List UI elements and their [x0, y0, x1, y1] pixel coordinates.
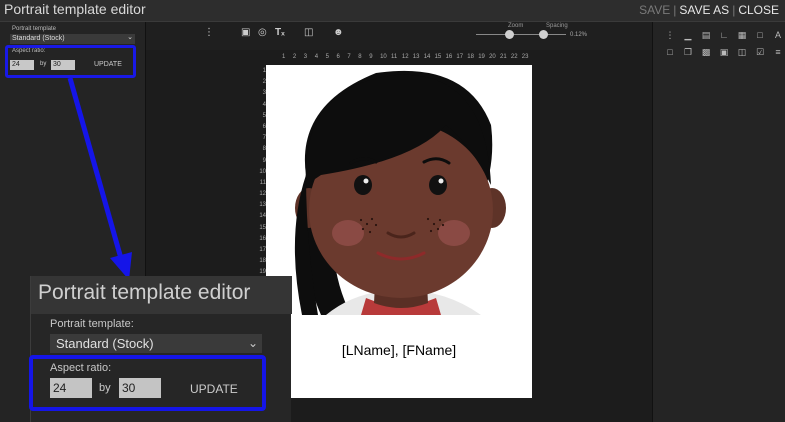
- chevron-down-icon: ⌄: [127, 34, 133, 41]
- ruler-left-tick: 2: [262, 79, 266, 86]
- toolbar: ⋮ ▣ ◎ Tₓ ◫ ☻ Zoom Spacing 0.12%: [146, 22, 652, 50]
- callout-template-label: Portrait template:: [50, 318, 134, 330]
- spacing-value: 0.12%: [570, 32, 588, 38]
- ruler-top-tick: 21: [500, 54, 507, 60]
- ruler-top-tick: 8: [358, 54, 362, 60]
- header-actions: SAVE | SAVE AS | CLOSE: [636, 3, 782, 17]
- copy-icon[interactable]: ❐: [683, 47, 693, 57]
- ruler-left-tick: 6: [262, 123, 266, 130]
- ruler-top-tick: 1: [282, 54, 286, 60]
- ruler-left-tick: 18: [259, 258, 266, 265]
- close-button[interactable]: CLOSE: [735, 3, 782, 17]
- folder-icon[interactable]: ▩: [701, 47, 711, 57]
- circle-icon[interactable]: ◎: [258, 27, 267, 38]
- ruler-left-tick: 5: [262, 112, 266, 119]
- chevron-down-icon: ⌄: [247, 336, 258, 350]
- spacing-label: Spacing: [546, 23, 568, 29]
- ruler-top-tick: 17: [456, 54, 464, 60]
- ruler-left-tick: 15: [259, 224, 266, 231]
- zoom-label: Zoom: [508, 23, 524, 29]
- title-bar: Portrait template editor SAVE | SAVE AS …: [0, 0, 785, 22]
- ruler-top-tick: 15: [434, 54, 442, 60]
- field-icon[interactable]: □: [755, 30, 765, 40]
- font-icon[interactable]: A: [773, 30, 783, 40]
- ruler-top-tick: 23: [521, 54, 529, 60]
- page-icon[interactable]: □: [665, 47, 675, 57]
- ruler-top-tick: 20: [489, 54, 496, 60]
- image-icon[interactable]: ▣: [241, 27, 250, 38]
- template-select-value: Standard (Stock): [12, 35, 65, 42]
- ruler-top-tick: 5: [325, 54, 329, 60]
- spacing-slider-knob[interactable]: [539, 30, 548, 39]
- more-vertical-icon[interactable]: ⋮: [204, 27, 214, 38]
- highlight-box-large: [29, 355, 266, 411]
- callout-template-select[interactable]: Standard (Stock) ⌄: [50, 334, 262, 353]
- ruler-top-tick: 12: [401, 54, 409, 60]
- ruler-left-tick: 11: [259, 179, 266, 186]
- ruler-top-tick: 6: [336, 54, 340, 60]
- ruler-top-tick: 13: [412, 54, 420, 60]
- ruler-left-tick: 1: [262, 68, 266, 74]
- window-title: Portrait template editor: [4, 1, 146, 17]
- line-icon[interactable]: ▁: [683, 30, 693, 40]
- ruler-left-tick: 4: [262, 101, 266, 108]
- ruler-top-tick: 22: [510, 54, 518, 60]
- ruler-left-tick: 7: [262, 135, 266, 142]
- ruler-left-tick: 3: [262, 90, 266, 97]
- ruler-top-tick: 18: [467, 54, 474, 60]
- text-icon[interactable]: Tₓ: [275, 27, 285, 38]
- ruler-top-tick: 4: [314, 54, 319, 60]
- callout-template-value: Standard (Stock): [56, 336, 154, 351]
- layers-icon[interactable]: ▤: [701, 30, 711, 40]
- person-icon[interactable]: ☻: [333, 27, 344, 38]
- ruler-top-tick: 7: [347, 54, 351, 60]
- save-as-button[interactable]: SAVE AS: [676, 3, 732, 17]
- ruler-left-tick: 16: [259, 235, 266, 242]
- ruler-left-tick: 10: [259, 168, 266, 175]
- checkbox-icon[interactable]: ☑: [755, 47, 765, 57]
- grid-icon[interactable]: ⋮: [665, 30, 675, 40]
- ruler-top-tick: 14: [423, 54, 431, 60]
- ruler-top-tick: 10: [380, 54, 387, 60]
- ruler-top-tick: 19: [478, 54, 485, 60]
- ruler-left-tick: 13: [259, 202, 266, 209]
- ruler-left: 1 2 3 4 5 6 7 8 9 10 11 12 13 14 15 16 17 18 19: [254, 66, 266, 276]
- template-select[interactable]: Standard (Stock) ⌄: [10, 34, 135, 44]
- template-label: Portrait template: [12, 26, 57, 32]
- right-panel: ⋮ ▁ ▤ ∟ ▦ □ A □ ❐ ▩ ▣ ◫ ☑ ≡: [652, 22, 785, 422]
- callout-title: Portrait template editor: [38, 281, 251, 304]
- barcode-icon[interactable]: ◫: [304, 27, 313, 38]
- database-icon[interactable]: ◫: [737, 47, 747, 57]
- image-icon[interactable]: ▣: [719, 47, 729, 57]
- ruler-left-tick: 8: [262, 146, 266, 153]
- ruler-top-tick: 11: [391, 54, 398, 60]
- ruler-top-tick: 16: [445, 54, 453, 60]
- zoom-slider-knob[interactable]: [504, 30, 514, 39]
- ruler-left-tick: 12: [259, 191, 266, 198]
- name-field-label[interactable]: [LName], [FName]: [266, 342, 532, 358]
- ruler-top-tick: 3: [303, 54, 308, 60]
- table-icon[interactable]: ▦: [737, 30, 747, 40]
- ruler-top-tick: 2: [292, 54, 297, 60]
- sliders-icon[interactable]: ≡: [773, 47, 783, 57]
- save-button[interactable]: SAVE: [636, 3, 673, 17]
- ruler-top: 1 2 3 4 5 6 7 8 9 10 11 12 13 14 15 16 17 18 19 20 21 22 23: [260, 54, 530, 63]
- callout-titlebar: Portrait template editor: [31, 276, 292, 314]
- ruler-left-tick: 9: [262, 157, 266, 164]
- ruler-left-tick: 14: [259, 213, 266, 220]
- ruler-top-tick: 9: [369, 54, 373, 60]
- highlight-box-small: [5, 45, 136, 78]
- ruler-left-tick: 17: [259, 247, 266, 253]
- portrait-image[interactable]: [266, 65, 532, 315]
- chart-icon[interactable]: ∟: [719, 30, 729, 40]
